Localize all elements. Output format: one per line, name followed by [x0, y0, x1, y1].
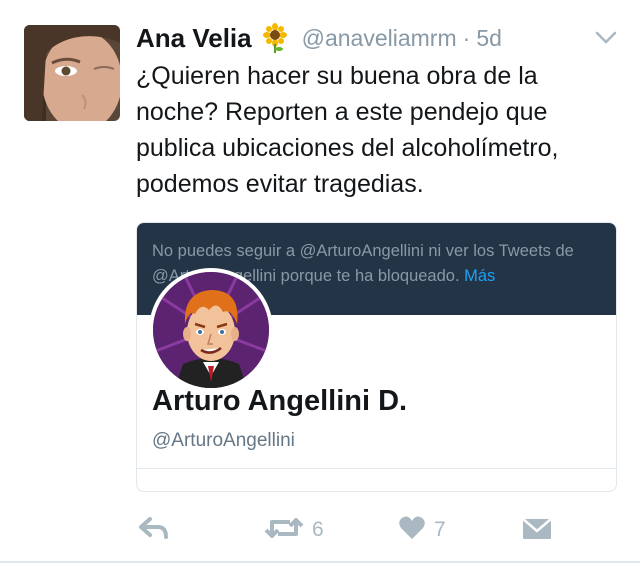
retweet-count: 6: [312, 518, 324, 541]
author-avatar[interactable]: [24, 25, 120, 121]
reply-button[interactable]: [138, 510, 170, 550]
tweet-header: Ana Velia @anaveliamrm · 5d: [136, 20, 502, 56]
like-button[interactable]: 7: [398, 510, 446, 550]
author-handle[interactable]: @anaveliamrm: [302, 25, 457, 52]
more-link[interactable]: Más: [464, 267, 495, 285]
heart-icon: [398, 515, 426, 546]
direct-message-button[interactable]: [522, 510, 552, 550]
author-name[interactable]: Ana Velia: [136, 23, 252, 54]
separator-dot: ·: [462, 24, 471, 51]
tweet-time[interactable]: 5d: [476, 25, 502, 52]
envelope-icon: [522, 515, 552, 546]
retweet-button[interactable]: 6: [264, 510, 324, 550]
profile-handle[interactable]: @ArturoAngellini: [152, 430, 295, 452]
profile-avatar[interactable]: [149, 268, 273, 392]
like-count: 7: [434, 518, 446, 541]
sunflower-icon: [260, 23, 290, 53]
profile-name[interactable]: Arturo Angellini D.: [152, 385, 407, 418]
reply-icon: [138, 515, 170, 546]
chevron-down-icon[interactable]: [594, 30, 618, 46]
retweet-icon: [264, 514, 304, 547]
card-divider: [137, 468, 616, 469]
tweet-actions: 6 7: [0, 510, 640, 550]
blocked-profile-card[interactable]: No puedes seguir a @ArturoAngellini ni v…: [136, 222, 617, 492]
tweet-text: ¿Quieren hacer su buena obra de la noche…: [136, 62, 559, 198]
